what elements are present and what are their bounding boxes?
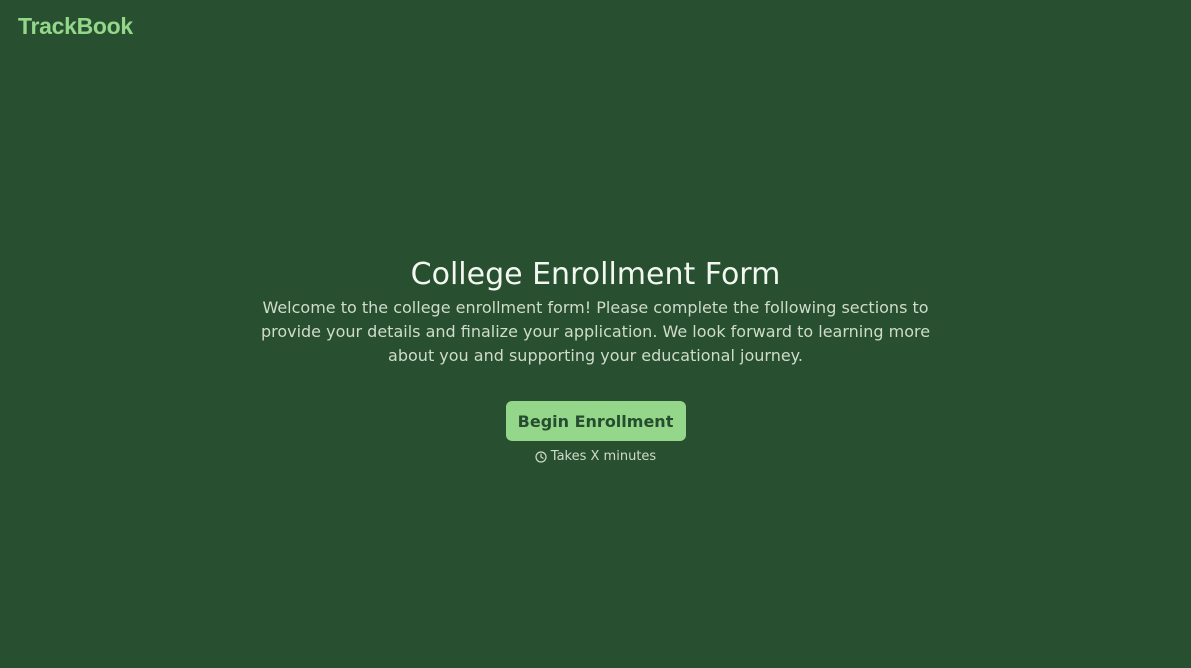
brand-logo[interactable]: TrackBook (18, 13, 133, 40)
duration-note: Takes X minutes (535, 449, 656, 464)
clock-icon (535, 450, 547, 463)
duration-text: Takes X minutes (550, 449, 657, 464)
intro-text: Welcome to the college enrollment form! … (260, 298, 931, 365)
enrollment-intro: College Enrollment Form Welcome to the c… (0, 256, 1191, 464)
begin-enrollment-button[interactable]: Begin Enrollment (505, 401, 686, 441)
page-title: College Enrollment Form (410, 257, 781, 292)
